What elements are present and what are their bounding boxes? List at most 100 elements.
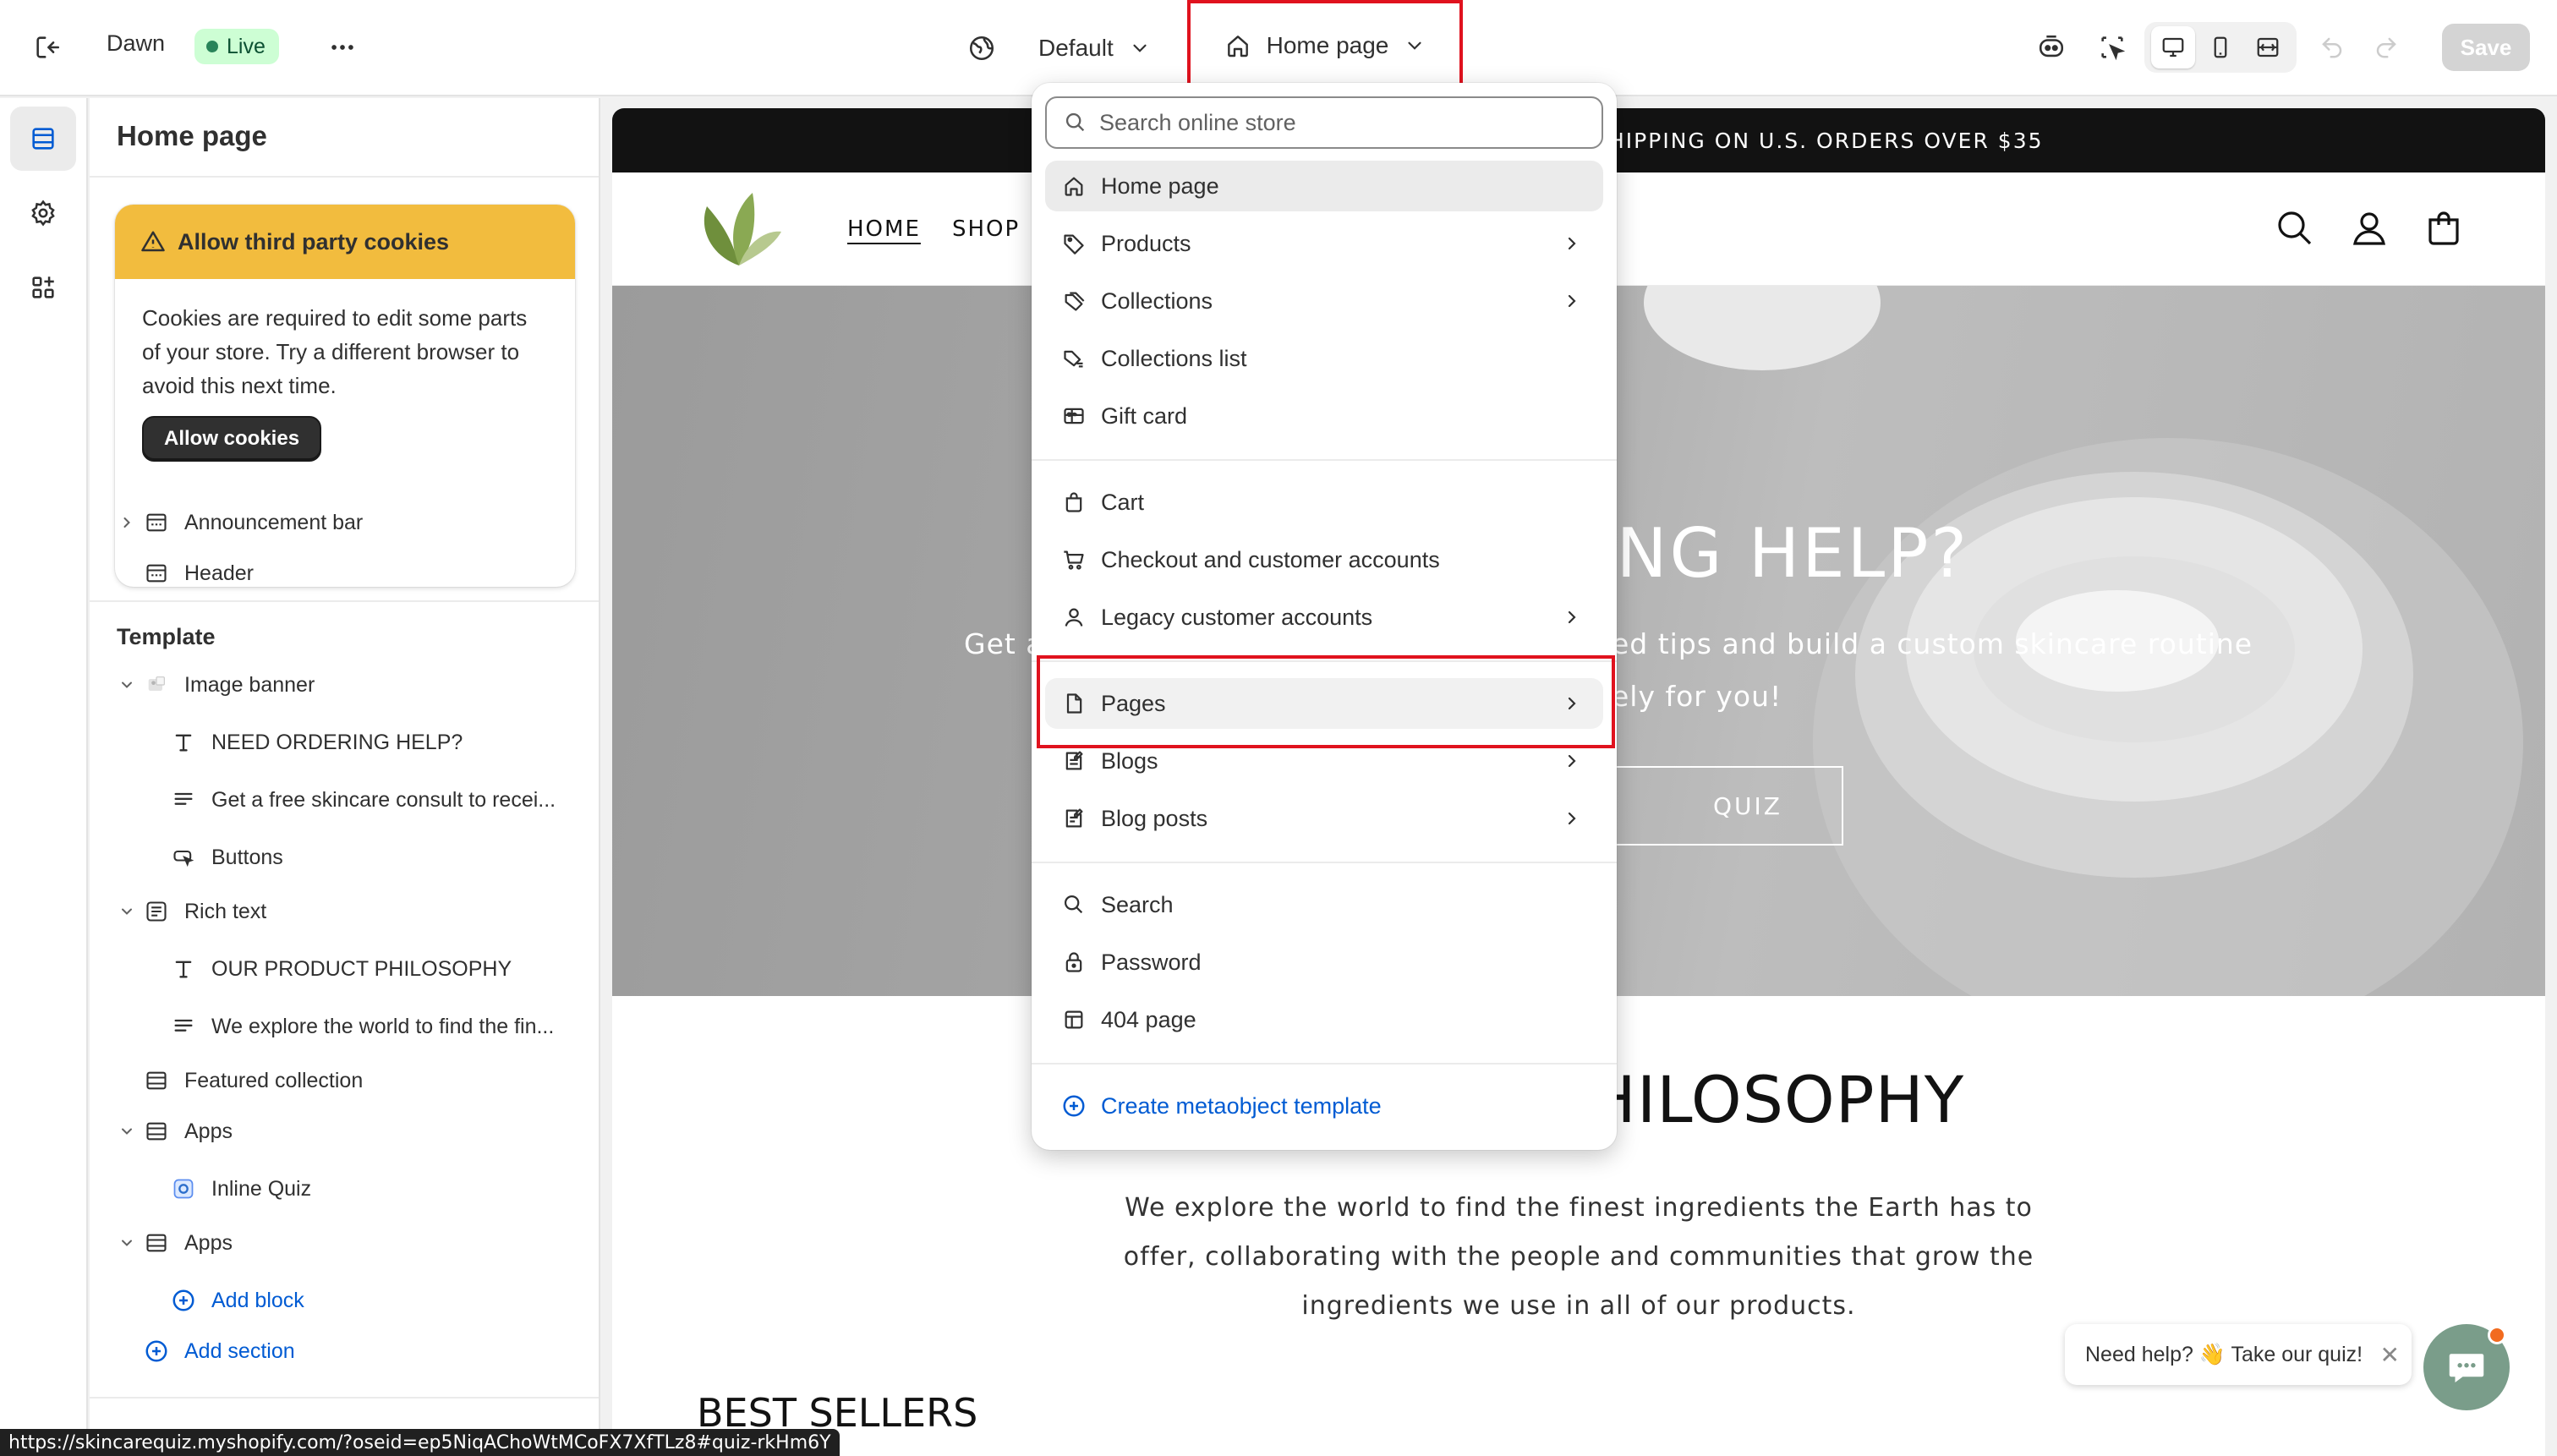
section-apps[interactable]: Apps	[90, 1218, 599, 1268]
dropdown-search[interactable]	[1045, 96, 1603, 149]
block-text[interactable]: We explore the world to find the fin...	[90, 1001, 599, 1052]
app-embeds-icon[interactable]	[10, 255, 76, 320]
menu-item-search[interactable]: Search	[1045, 879, 1603, 930]
chevron-down-icon	[1404, 35, 1426, 57]
live-badge-label: Live	[227, 34, 266, 58]
globe-icon	[967, 34, 996, 63]
section-layout-icon	[142, 1066, 171, 1095]
chevron-down-icon[interactable]	[117, 901, 137, 922]
menu-item-collections-list[interactable]: Collections list	[1045, 333, 1603, 384]
section-announcement-bar[interactable]: Announcement bar	[90, 497, 599, 548]
chevron-right-icon[interactable]	[117, 512, 137, 533]
status-bar-url: https://skincarequiz.myshopify.com/?osei…	[0, 1429, 840, 1456]
menu-item-password[interactable]: Password	[1045, 937, 1603, 988]
create-metaobject-template-button[interactable]: Create metaobject template	[1045, 1081, 1603, 1131]
search-input[interactable]	[1099, 109, 1590, 136]
person-icon	[1060, 604, 1087, 631]
mobile-view-icon[interactable]	[2198, 26, 2242, 68]
menu-item-products[interactable]: Products	[1045, 218, 1603, 269]
block-text[interactable]: Get a free skincare consult to recei...	[90, 775, 599, 825]
live-dot-icon	[206, 41, 218, 52]
add-section-label: Add section	[184, 1338, 295, 1363]
theme-selector[interactable]: Default	[967, 25, 1151, 71]
nav-home[interactable]: HOME	[847, 216, 921, 242]
menu-item-label: Home page	[1101, 172, 1219, 199]
divider	[1032, 459, 1617, 461]
divider	[1032, 1063, 1617, 1065]
banner-heading: ING HELP?	[1594, 514, 1969, 593]
section-label: Rich text	[184, 899, 267, 923]
save-button[interactable]: Save	[2442, 24, 2530, 71]
page-selector[interactable]: Home page	[1187, 0, 1463, 91]
text-heading-icon	[169, 728, 198, 757]
nav-shop[interactable]: SHOP	[952, 216, 1020, 242]
theme-settings-icon[interactable]	[10, 181, 76, 245]
create-template-label: Create metaobject template	[1101, 1092, 1382, 1119]
sections-icon[interactable]	[10, 107, 76, 171]
bag-icon	[1060, 489, 1087, 516]
banner-text-line2: ely for you!	[1612, 680, 1782, 713]
gift-card-icon	[1060, 402, 1087, 430]
desktop-view-icon[interactable]	[2151, 26, 2195, 68]
block-heading[interactable]: OUR PRODUCT PHILOSOPHY	[90, 944, 599, 994]
full-width-view-icon[interactable]	[2246, 26, 2290, 68]
menu-item-label: Products	[1101, 230, 1191, 256]
section-layout-icon	[142, 1117, 171, 1146]
menu-item-legacy-accounts[interactable]: Legacy customer accounts	[1045, 592, 1603, 643]
quiz-help-bubble[interactable]: Need help? 👋 Take our quiz! ✕	[2065, 1324, 2412, 1385]
menu-item-label: Collections list	[1101, 345, 1247, 371]
menu-item-label: Password	[1101, 949, 1202, 975]
redo-icon[interactable]	[2368, 29, 2405, 66]
chat-launcher-button[interactable]	[2423, 1324, 2510, 1410]
close-icon[interactable]: ✕	[2380, 1341, 2400, 1369]
menu-item-gift-card[interactable]: Gift card	[1045, 391, 1603, 441]
menu-item-blog-posts[interactable]: Blog posts	[1045, 793, 1603, 844]
chevron-down-icon[interactable]	[117, 1121, 137, 1141]
block-buttons[interactable]: Buttons	[90, 832, 599, 883]
text-heading-icon	[169, 955, 198, 983]
search-icon[interactable]	[2275, 208, 2315, 249]
chevron-down-icon[interactable]	[117, 675, 137, 695]
ai-assistant-icon[interactable]	[2033, 29, 2070, 66]
menu-item-label: Collections	[1101, 287, 1213, 314]
inspector-icon[interactable]	[2094, 29, 2131, 66]
divider	[90, 1397, 599, 1399]
section-image-banner[interactable]: Image banner	[90, 660, 599, 710]
menu-item-label: Legacy customer accounts	[1101, 604, 1373, 630]
block-inline-quiz[interactable]: Inline Quiz	[90, 1163, 599, 1214]
menu-item-home-page[interactable]: Home page	[1045, 161, 1603, 211]
chevron-down-icon	[1129, 37, 1151, 59]
add-block-button[interactable]: Add block	[90, 1275, 599, 1326]
cart-icon[interactable]	[2423, 208, 2464, 249]
sidebar-title: Home page	[117, 120, 267, 151]
undo-icon[interactable]	[2313, 29, 2351, 66]
section-label: Apps	[184, 1119, 233, 1143]
notification-dot	[2488, 1326, 2506, 1344]
section-layout-icon	[142, 559, 171, 588]
section-label: Image banner	[184, 672, 315, 697]
chevron-down-icon[interactable]	[117, 1233, 137, 1253]
add-section-button[interactable]: Add section	[90, 1326, 599, 1377]
block-label: NEED ORDERING HELP?	[211, 730, 463, 754]
editor-rail	[0, 98, 88, 1456]
account-icon[interactable]	[2349, 208, 2390, 249]
menu-item-checkout[interactable]: Checkout and customer accounts	[1045, 534, 1603, 585]
section-header[interactable]: Header	[90, 548, 599, 599]
section-apps[interactable]: Apps	[90, 1106, 599, 1157]
section-featured-collection[interactable]: Featured collection	[90, 1055, 599, 1106]
allow-cookies-button[interactable]: Allow cookies	[142, 416, 322, 462]
home-icon	[1060, 172, 1087, 200]
store-logo[interactable]	[693, 188, 786, 272]
menu-item-404-page[interactable]: 404 page	[1045, 994, 1603, 1045]
exit-icon[interactable]	[29, 29, 66, 66]
menu-item-cart[interactable]: Cart	[1045, 477, 1603, 528]
block-heading[interactable]: NEED ORDERING HELP?	[90, 717, 599, 768]
section-rich-text[interactable]: Rich text	[90, 886, 599, 937]
menu-item-collections[interactable]: Collections	[1045, 276, 1603, 326]
chevron-right-icon	[1561, 233, 1583, 255]
rich-text-icon	[142, 897, 171, 926]
quiz-app-icon	[169, 1174, 198, 1203]
chevron-right-icon	[1561, 807, 1583, 829]
more-actions-icon[interactable]	[324, 29, 361, 66]
announcement-text: HIPPING ON U.S. ORDERS OVER $35	[1608, 128, 2044, 153]
